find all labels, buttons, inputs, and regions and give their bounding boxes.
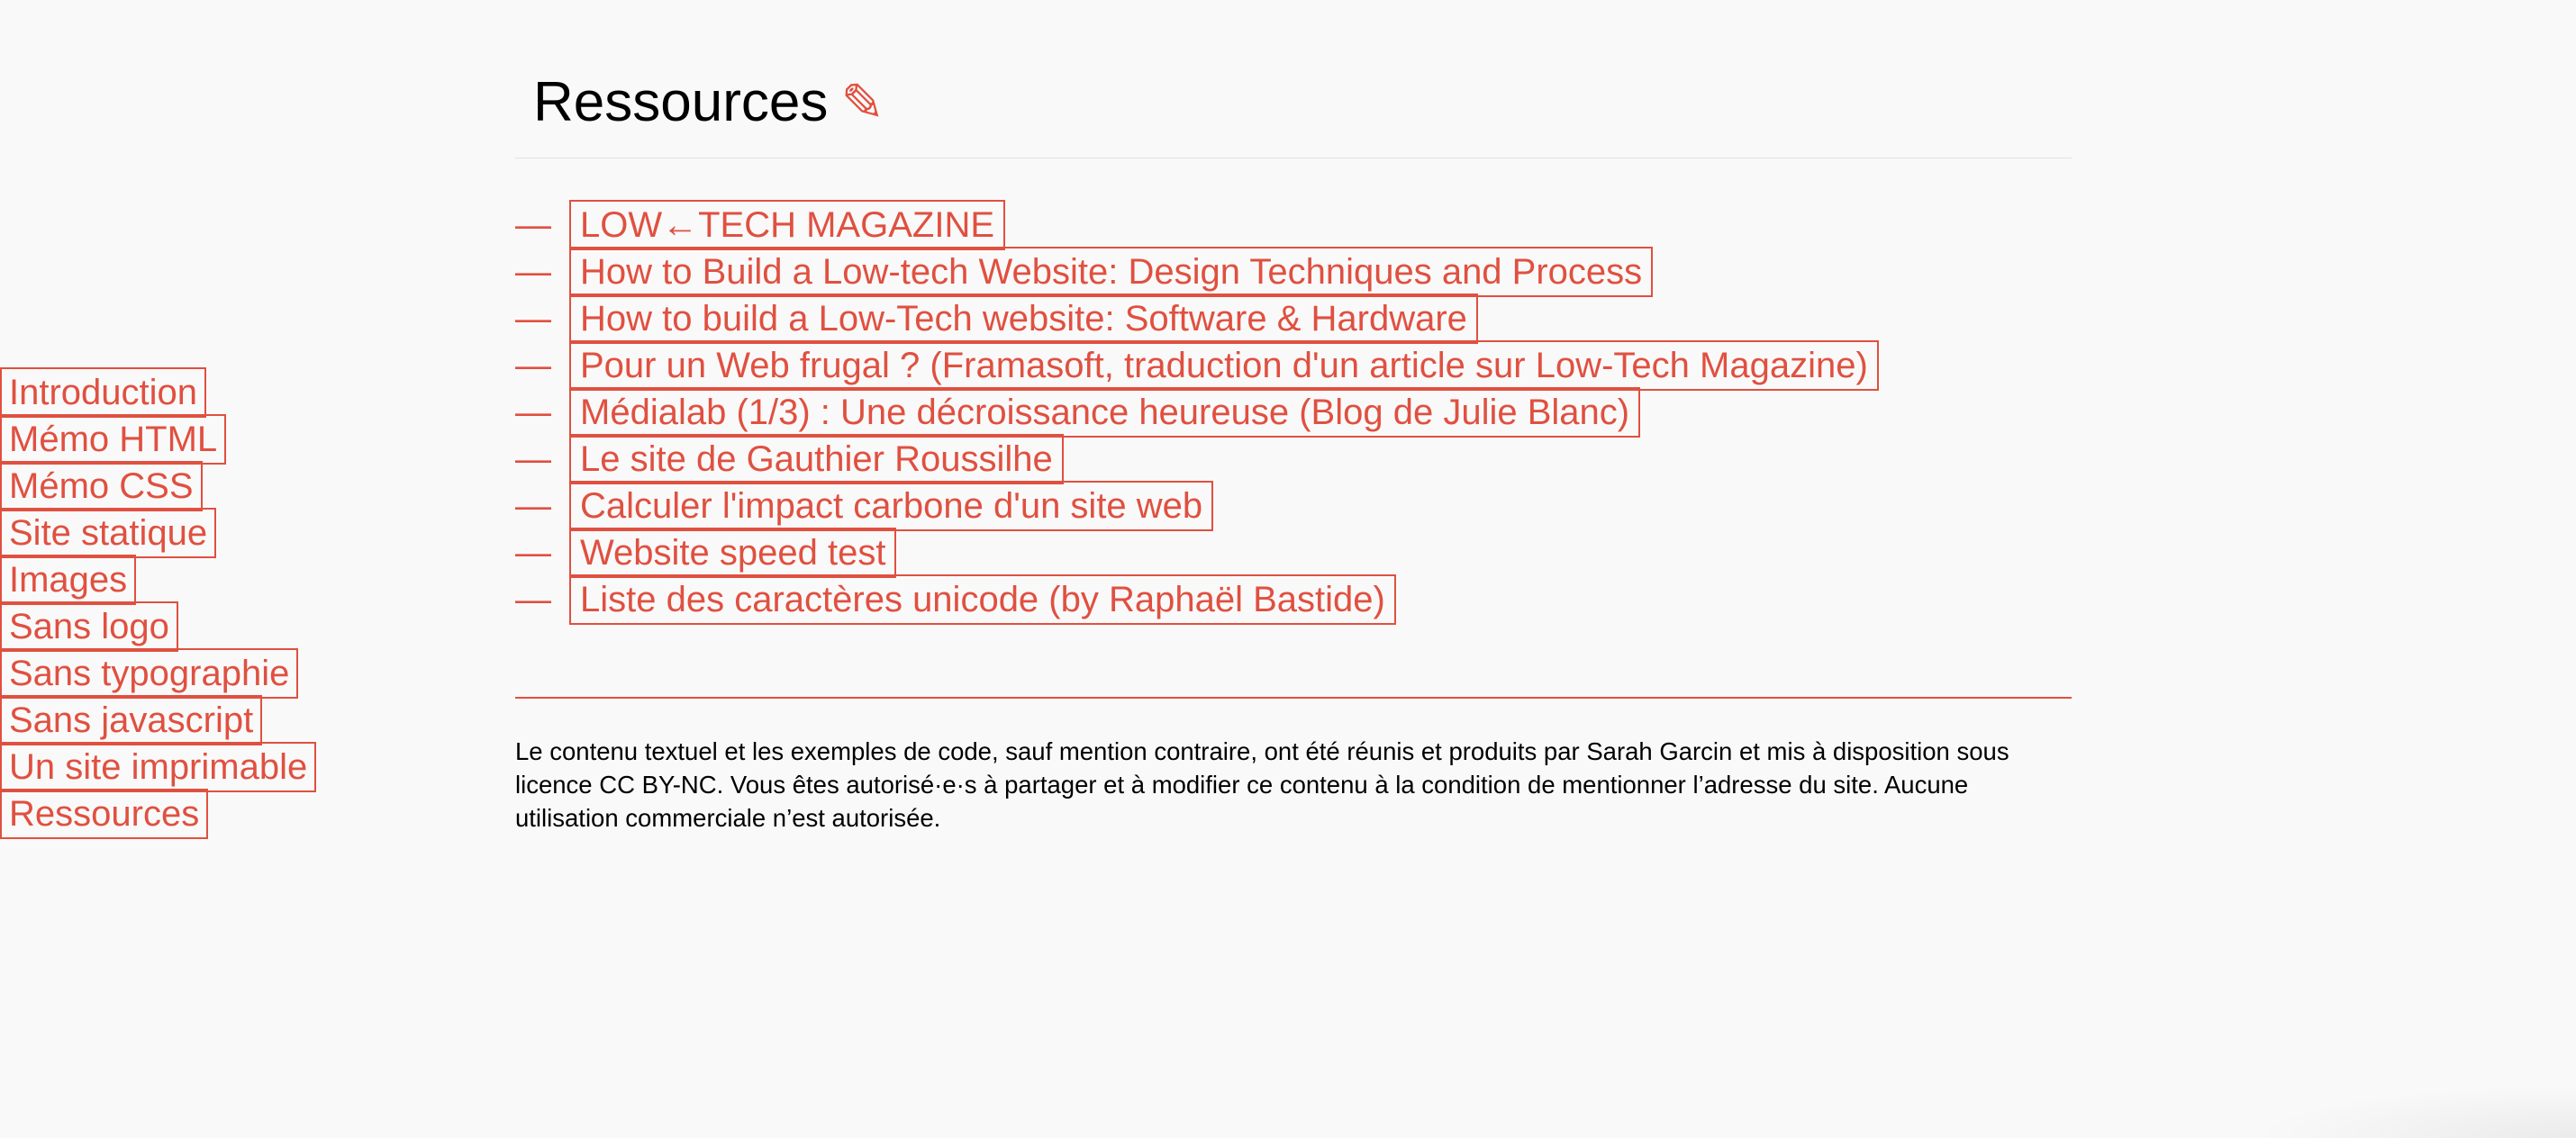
sidebar-link-sans-logo[interactable]: Sans logo (0, 601, 178, 652)
sidebar-link-sans-typographie[interactable]: Sans typographie (0, 648, 299, 699)
sidebar-item-images: Images (0, 555, 324, 605)
sidebar-item-sans-javascript: Sans javascript (0, 695, 324, 745)
resource-link-carbon-impact[interactable]: Calculer l'impact carbone d'un site web (569, 481, 1214, 531)
resource-link-unicode-list[interactable]: Liste des caractères unicode (by Raphaël… (569, 574, 1396, 625)
main-content: Ressources ✎ — LOW←TECH MAGAZINE — How to… (515, 0, 2072, 832)
pencil-icon[interactable]: ✎ (840, 74, 884, 132)
sidebar-item-introduction: Introduction (0, 367, 324, 418)
resource-link-low-tech-magazine[interactable]: LOW←TECH MAGAZINE (569, 200, 1006, 250)
resource-link-medialab[interactable]: Médialab (1/3) : Une décroissance heureu… (569, 387, 1641, 438)
dash-marker: — (515, 439, 551, 479)
sidebar-link-sans-javascript[interactable]: Sans javascript (0, 695, 263, 745)
dash-marker: — (515, 393, 551, 432)
resource-link-software-hardware[interactable]: How to build a Low-Tech website: Softwar… (569, 294, 1478, 344)
dash-marker: — (515, 346, 551, 385)
sidebar-link-memo-html[interactable]: Mémo HTML (0, 414, 227, 465)
footer-license-text: Le contenu textuel et les exemples de co… (515, 737, 2009, 832)
sidebar-item-memo-css: Mémo CSS (0, 461, 324, 511)
sidebar-item-memo-html: Mémo HTML (0, 414, 324, 465)
dash-marker: — (515, 486, 551, 526)
sidebar-link-site-statique[interactable]: Site statique (0, 508, 217, 558)
resource-link-design-techniques[interactable]: How to Build a Low-tech Website: Design … (569, 247, 1654, 297)
page: Introduction Mémo HTML Mémo CSS Site sta… (0, 0, 2576, 1138)
sidebar-item-sans-logo: Sans logo (0, 601, 324, 652)
resource-link-web-frugal[interactable]: Pour un Web frugal ? (Framasoft, traduct… (569, 340, 1879, 391)
page-header: Ressources ✎ (515, 0, 2072, 158)
sidebar-link-images[interactable]: Images (0, 555, 137, 605)
page-title: Ressources ✎ (533, 67, 884, 140)
sidebar-link-memo-css[interactable]: Mémo CSS (0, 461, 203, 511)
dash-marker: — (515, 205, 551, 245)
dash-marker: — (515, 252, 551, 292)
sidebar-item-site-imprimable: Un site imprimable (0, 742, 324, 792)
page-title-text: Ressources (533, 71, 829, 133)
dash-marker: — (515, 580, 551, 619)
dash-marker: — (515, 533, 551, 573)
sidebar-link-introduction[interactable]: Introduction (0, 367, 207, 418)
sidebar-item-sans-typographie: Sans typographie (0, 648, 324, 699)
footer-divider (515, 697, 2072, 699)
corner-shadow (2252, 1084, 2576, 1138)
sidebar-link-site-imprimable[interactable]: Un site imprimable (0, 742, 317, 792)
sidebar-item-site-statique: Site statique (0, 508, 324, 558)
resource-link-gauthier-roussilhe[interactable]: Le site de Gauthier Roussilhe (569, 434, 1064, 484)
resource-link-speed-test[interactable]: Website speed test (569, 528, 897, 578)
dash-marker: — (515, 299, 551, 339)
sidebar-item-ressources: Ressources (0, 789, 324, 839)
sidebar-link-ressources[interactable]: Ressources (0, 789, 209, 839)
sidebar-nav: Introduction Mémo HTML Mémo CSS Site sta… (0, 367, 324, 839)
